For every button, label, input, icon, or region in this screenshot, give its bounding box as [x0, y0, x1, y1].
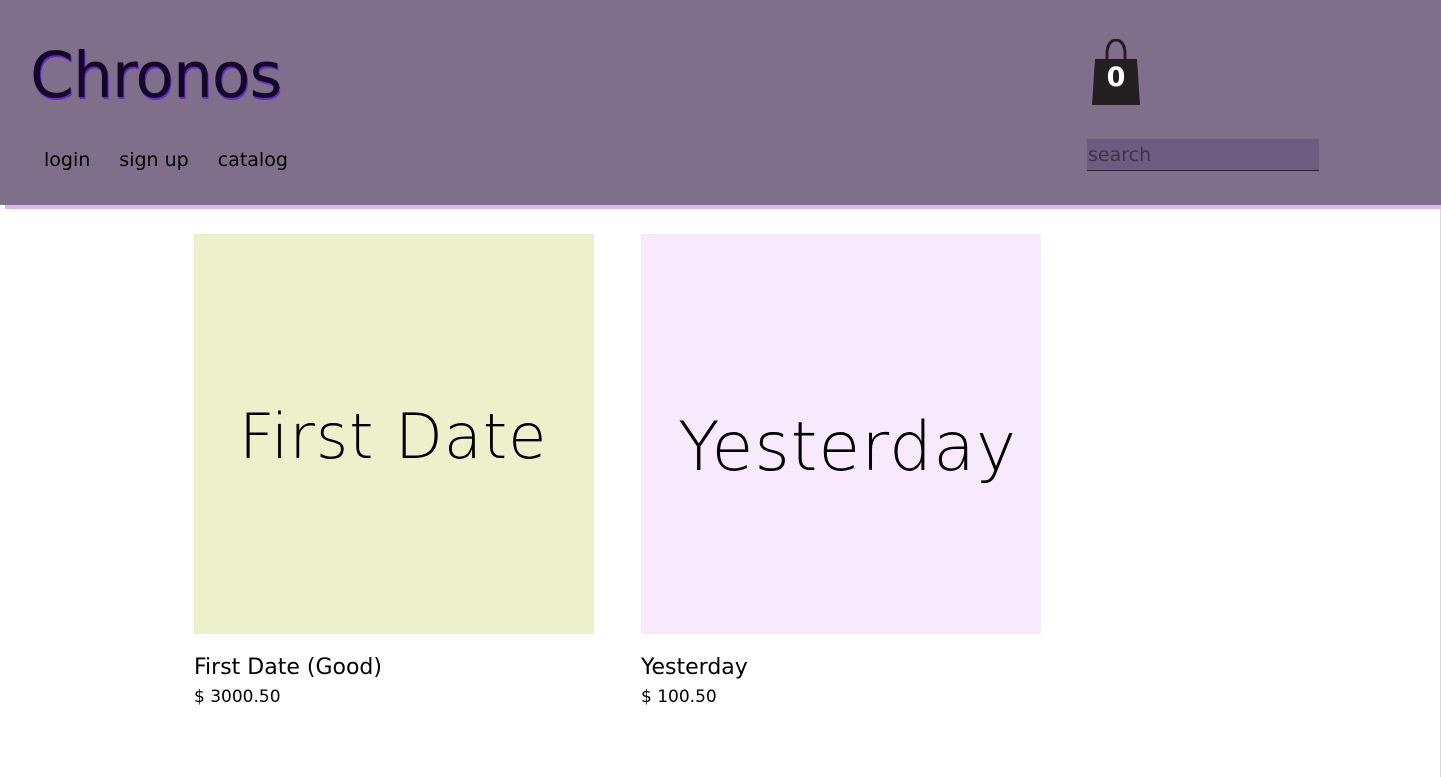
- nav-login-link[interactable]: login: [44, 146, 90, 174]
- product-image-text: First Date: [239, 400, 548, 473]
- nav-signup-link[interactable]: sign up: [119, 146, 188, 174]
- product-card[interactable]: Yesterday Yesterday $ 100.50: [641, 234, 1041, 708]
- product-image-text: Yesterday: [678, 408, 1018, 487]
- product-price: $ 3000.50: [194, 687, 281, 707]
- product-name[interactable]: First Date (Good): [194, 654, 594, 682]
- cart-button[interactable]: 0: [1091, 39, 1141, 105]
- cart-count-badge: 0: [1106, 62, 1126, 93]
- main-nav: login sign up catalog: [44, 146, 288, 174]
- product-image[interactable]: First Date: [194, 234, 594, 634]
- search-input[interactable]: [1087, 139, 1319, 171]
- product-name[interactable]: Yesterday: [641, 654, 1041, 682]
- nav-catalog-link[interactable]: catalog: [218, 146, 288, 174]
- site-header: Chronos login sign up catalog 0: [0, 0, 1441, 205]
- page: Chronos login sign up catalog 0 First Da…: [0, 0, 1441, 777]
- header-divider: [5, 205, 1441, 209]
- product-image[interactable]: Yesterday: [641, 234, 1041, 634]
- product-price: $ 100.50: [641, 687, 717, 707]
- product-card[interactable]: First Date First Date (Good) $ 3000.50: [194, 234, 594, 708]
- site-logo[interactable]: Chronos: [30, 38, 282, 114]
